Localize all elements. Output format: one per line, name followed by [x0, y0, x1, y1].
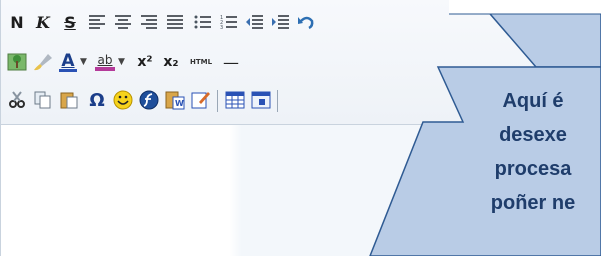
callout-line-3: procesa	[494, 158, 572, 180]
callout-line-4: poñer ne	[490, 192, 576, 214]
callout-line-1: Aquí é	[502, 90, 564, 112]
callout-top-strip	[449, 0, 601, 14]
callout-line-2: desexe	[499, 124, 567, 146]
help-callout-text: Aquí é desexe procesa poñer ne	[465, 84, 601, 220]
